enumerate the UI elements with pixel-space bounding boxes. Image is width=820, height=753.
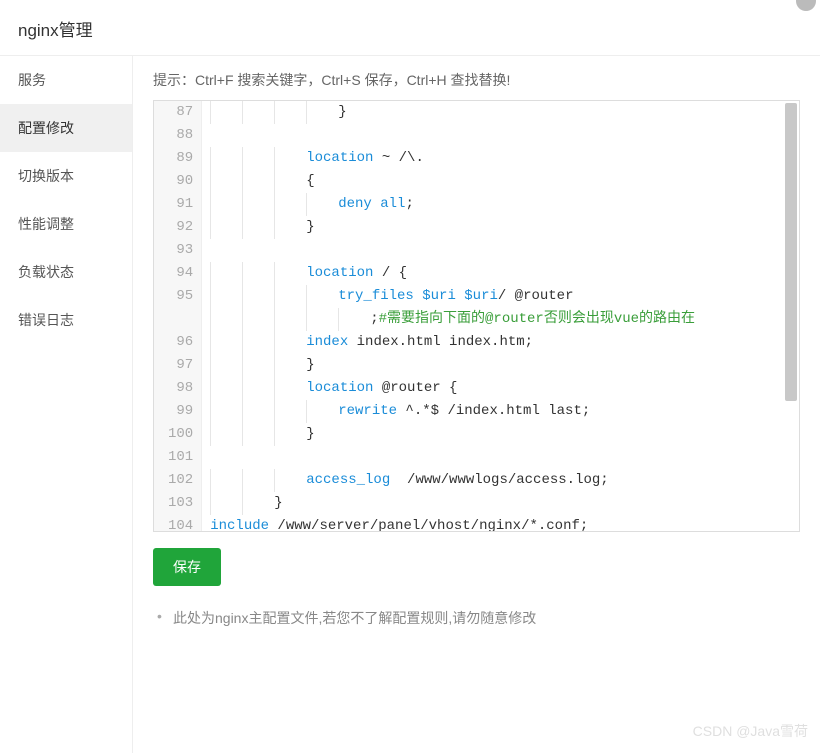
code-line[interactable]: } [210,492,791,515]
sidebar: 服务配置修改切换版本性能调整负载状态错误日志 [0,56,133,753]
code-content[interactable]: } location ~ /\.{deny all;} location / {tr… [202,101,799,531]
code-line[interactable]: } [210,216,791,239]
code-line[interactable]: { [210,170,791,193]
sidebar-item-0[interactable]: 服务 [0,56,132,104]
sidebar-item-5[interactable]: 错误日志 [0,296,132,344]
code-line[interactable] [210,446,791,469]
main-panel: 提示：Ctrl+F 搜索关键字，Ctrl+S 保存，Ctrl+H 查找替换! 8… [133,56,820,753]
code-line[interactable]: access_log /www/wwwlogs/access.log; [210,469,791,492]
code-line[interactable] [210,239,791,262]
code-line[interactable]: location @router { [210,377,791,400]
hint-text: 提示：Ctrl+F 搜索关键字，Ctrl+S 保存，Ctrl+H 查找替换! [153,70,800,90]
code-line[interactable]: deny all; [210,193,791,216]
sidebar-item-2[interactable]: 切换版本 [0,152,132,200]
notes: 此处为nginx主配置文件,若您不了解配置规则,请勿随意修改 [153,608,800,628]
code-line[interactable] [210,124,791,147]
code-editor[interactable]: 8788899091929394959697989910010110210310… [153,100,800,532]
code-line[interactable]: rewrite ^.*$ /index.html last; [210,400,791,423]
sidebar-item-3[interactable]: 性能调整 [0,200,132,248]
code-line[interactable]: try_files $uri $uri/ @router [210,285,791,308]
code-line[interactable]: index index.html index.htm; [210,331,791,354]
code-line[interactable]: location ~ /\. [210,147,791,170]
main-container: 服务配置修改切换版本性能调整负载状态错误日志 提示：Ctrl+F 搜索关键字，C… [0,56,820,753]
watermark: CSDN @Java雪荷 [693,721,808,741]
code-line[interactable]: } [210,423,791,446]
note-item: 此处为nginx主配置文件,若您不了解配置规则,请勿随意修改 [153,608,800,628]
code-line[interactable]: ;#需要指向下面的@router否则会出现vue的路由在 [210,308,791,331]
page-title: nginx管理 [0,0,820,56]
save-button[interactable]: 保存 [153,548,221,586]
code-line[interactable]: location / { [210,262,791,285]
code-line[interactable]: } [210,101,791,124]
sidebar-item-4[interactable]: 负载状态 [0,248,132,296]
scrollbar-vertical[interactable] [785,103,797,529]
code-line[interactable]: } [210,354,791,377]
sidebar-item-1[interactable]: 配置修改 [0,104,132,152]
scrollbar-thumb[interactable] [785,103,797,401]
code-line[interactable]: include /www/server/panel/vhost/nginx/*.… [210,515,791,531]
line-gutter: 8788899091929394959697989910010110210310… [154,101,202,531]
